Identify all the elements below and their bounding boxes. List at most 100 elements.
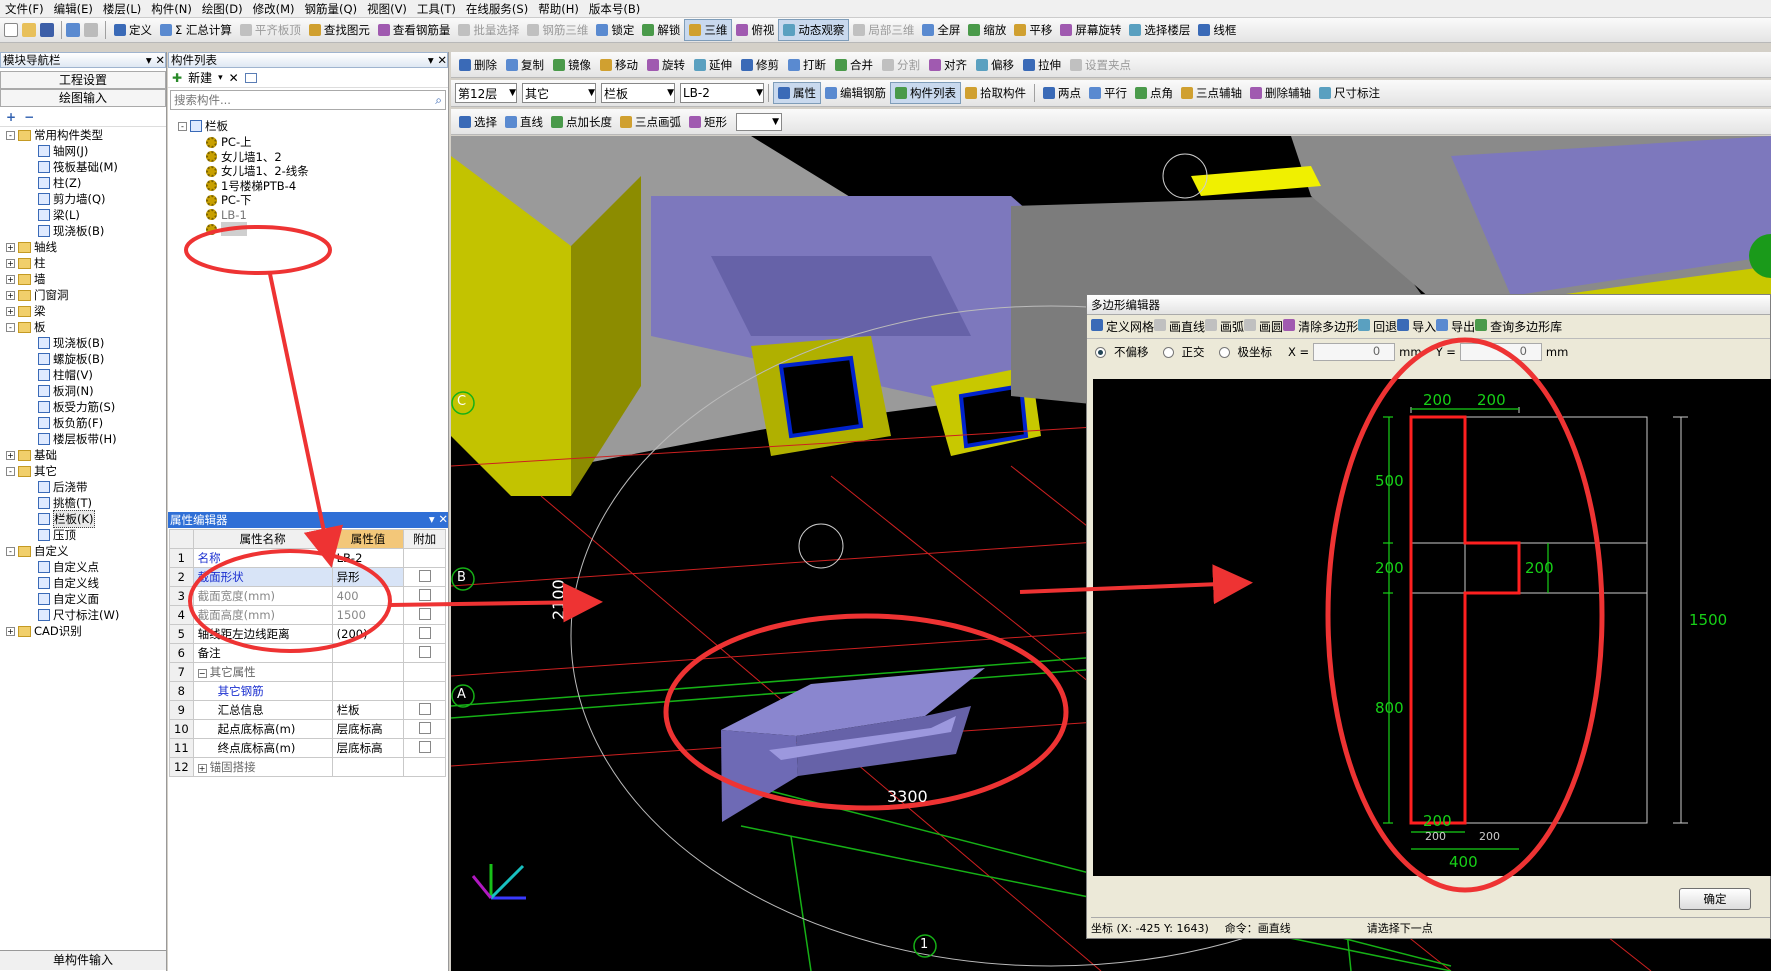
- extra-checkbox[interactable]: [418, 721, 431, 734]
- collapse-all-icon[interactable]: −: [24, 110, 34, 124]
- property-row[interactable]: 11 终点底标高(m) 层底标高: [169, 738, 446, 758]
- nav-tree-item[interactable]: -板: [6, 319, 46, 335]
- delete-icon[interactable]: ✕: [229, 71, 239, 85]
- edit-button-11[interactable]: 偏移: [972, 54, 1018, 76]
- line-style-select[interactable]: ▼: [736, 112, 782, 131]
- property-value[interactable]: (200): [331, 624, 405, 644]
- undo-icon[interactable]: [66, 23, 80, 37]
- property-row[interactable]: 4 截面高度(mm) 1500: [169, 605, 446, 625]
- expand-toggle-icon[interactable]: +: [6, 274, 15, 284]
- nav-tree-item[interactable]: 现浇板(B): [38, 335, 104, 351]
- nav-tree-item[interactable]: 柱(Z): [38, 175, 81, 191]
- tool-button-6[interactable]: 钢筋三维: [523, 19, 592, 41]
- expand-toggle-icon[interactable]: +: [197, 764, 207, 773]
- property-value[interactable]: LB-2: [331, 548, 405, 568]
- poly-tool-button-8[interactable]: 查询多边形库: [1475, 318, 1562, 335]
- component-type-select[interactable]: 栏板 ▼: [601, 83, 675, 103]
- type-select[interactable]: 其它 ▼: [522, 83, 596, 103]
- ok-button[interactable]: 确定: [1679, 888, 1751, 910]
- extra-checkbox[interactable]: [418, 740, 431, 753]
- pin-icon[interactable]: ▾ ✕: [429, 512, 448, 528]
- expand-toggle-icon[interactable]: +: [6, 290, 15, 300]
- tool-button-17[interactable]: 选择楼层: [1125, 19, 1194, 41]
- nav-tree-item[interactable]: 螺旋板(B): [38, 351, 104, 367]
- comp-button-2[interactable]: 构件列表: [890, 82, 961, 104]
- polygon-canvas[interactable]: 200 200 500 200 800 200 1500 200 200 200…: [1093, 379, 1771, 876]
- floor-select[interactable]: 第12层 ▼: [455, 83, 517, 103]
- draw-input-button[interactable]: 绘图输入: [0, 89, 166, 107]
- nav-tree-item[interactable]: 筏板基础(M): [38, 159, 118, 175]
- tool-button-0[interactable]: 定义: [110, 19, 156, 41]
- expand-toggle-icon[interactable]: -: [6, 322, 15, 332]
- poly-tool-button-1[interactable]: 画直线: [1154, 318, 1205, 335]
- nav-tree-item[interactable]: 栏板(K): [38, 510, 95, 528]
- edit-button-13[interactable]: 设置夹点: [1066, 54, 1135, 76]
- nav-tree-item[interactable]: 现浇板(B): [38, 223, 104, 239]
- poly-tool-button-6[interactable]: 导入: [1397, 318, 1436, 335]
- comp-button-0[interactable]: 属性: [773, 82, 821, 104]
- nav-tree-item[interactable]: 挑檐(T): [38, 495, 92, 511]
- property-value[interactable]: 层底标高: [331, 738, 405, 758]
- nav-tree-item[interactable]: - 自定义: [6, 543, 69, 559]
- expand-all-icon[interactable]: +: [6, 110, 16, 124]
- property-value[interactable]: 1500: [331, 605, 405, 625]
- tool-button-1[interactable]: Σ 汇总计算: [156, 19, 236, 41]
- edit-button-1[interactable]: 复制: [502, 54, 548, 76]
- nav-tree-item[interactable]: 柱帽(V): [38, 367, 93, 383]
- extra-checkbox[interactable]: [418, 607, 431, 620]
- nav-tree-item[interactable]: + 门窗洞: [6, 287, 69, 303]
- copy-icon[interactable]: [244, 72, 257, 83]
- property-row[interactable]: 3 截面宽度(mm) 400: [169, 586, 446, 606]
- nav-tree-item[interactable]: + 墙: [6, 271, 46, 287]
- draw-button-2[interactable]: 点加长度: [547, 111, 616, 133]
- poly-tool-button-2[interactable]: 画弧: [1205, 318, 1244, 335]
- poly-tool-button-5[interactable]: 回退: [1358, 318, 1397, 335]
- new-file-icon[interactable]: [4, 23, 18, 37]
- expand-toggle-icon[interactable]: +: [6, 626, 15, 636]
- pin-icon[interactable]: ▾ ✕: [428, 53, 447, 67]
- snap-button-5[interactable]: 尺寸标注: [1315, 82, 1384, 104]
- comp-button-1[interactable]: 编辑钢筋: [821, 82, 890, 104]
- open-file-icon[interactable]: [22, 23, 36, 37]
- tool-button-2[interactable]: 平齐板顶: [236, 19, 305, 41]
- snap-button-0[interactable]: 两点: [1039, 82, 1085, 104]
- property-value[interactable]: 栏板: [331, 700, 405, 720]
- property-value[interactable]: 400: [331, 586, 405, 606]
- poly-tool-button-3[interactable]: 画圆: [1244, 318, 1283, 335]
- nav-tree-item[interactable]: 自定义线: [38, 575, 99, 591]
- edit-button-10[interactable]: 对齐: [925, 54, 971, 76]
- menu-item-2[interactable]: 楼层(L): [98, 1, 146, 17]
- property-row[interactable]: 9 汇总信息 栏板: [169, 700, 446, 720]
- tool-button-5[interactable]: 批量选择: [454, 19, 523, 41]
- nav-tree-item[interactable]: 梁(L): [38, 207, 80, 223]
- property-row[interactable]: 10 起点底标高(m) 层底标高: [169, 719, 446, 739]
- nav-tree-item[interactable]: 压顶: [38, 527, 76, 543]
- nav-tree-item[interactable]: 剪力墙(Q): [38, 191, 106, 207]
- property-value[interactable]: [331, 643, 405, 663]
- ortho-radio[interactable]: [1162, 346, 1174, 358]
- tool-button-4[interactable]: 查看钢筋量: [374, 19, 455, 41]
- new-component-icon[interactable]: ✚: [172, 71, 182, 85]
- draw-button-3[interactable]: 三点画弧: [616, 111, 685, 133]
- tool-button-11[interactable]: 动态观察: [778, 19, 850, 41]
- nav-tree-item[interactable]: + CAD识别: [6, 623, 82, 639]
- nav-tree-item[interactable]: - 常用构件类型: [6, 127, 103, 143]
- property-row[interactable]: 8 其它钢筋: [169, 681, 446, 701]
- poly-tool-button-4[interactable]: 清除多边形: [1283, 318, 1358, 335]
- edit-button-7[interactable]: 打断: [784, 54, 830, 76]
- expand-toggle-icon[interactable]: +: [6, 450, 15, 460]
- expand-toggle-icon[interactable]: +: [6, 306, 15, 316]
- snap-button-1[interactable]: 平行: [1085, 82, 1131, 104]
- expand-toggle-icon[interactable]: +: [6, 258, 15, 268]
- extra-checkbox[interactable]: [418, 569, 431, 582]
- poly-tool-button-7[interactable]: 导出: [1436, 318, 1475, 335]
- nav-tree-item[interactable]: 尺寸标注(W): [38, 607, 119, 623]
- new-component-button[interactable]: 新建: [188, 69, 212, 86]
- nav-tree-item[interactable]: 楼层板带(H): [38, 431, 117, 447]
- orbit-handle-left[interactable]: [798, 523, 844, 569]
- comp-button-3[interactable]: 拾取构件: [961, 82, 1030, 104]
- edit-button-8[interactable]: 合并: [831, 54, 877, 76]
- expand-toggle-icon[interactable]: -: [178, 121, 187, 131]
- menu-item-7[interactable]: 视图(V): [362, 1, 412, 17]
- nav-tree-item[interactable]: 板受力筋(S): [38, 399, 115, 415]
